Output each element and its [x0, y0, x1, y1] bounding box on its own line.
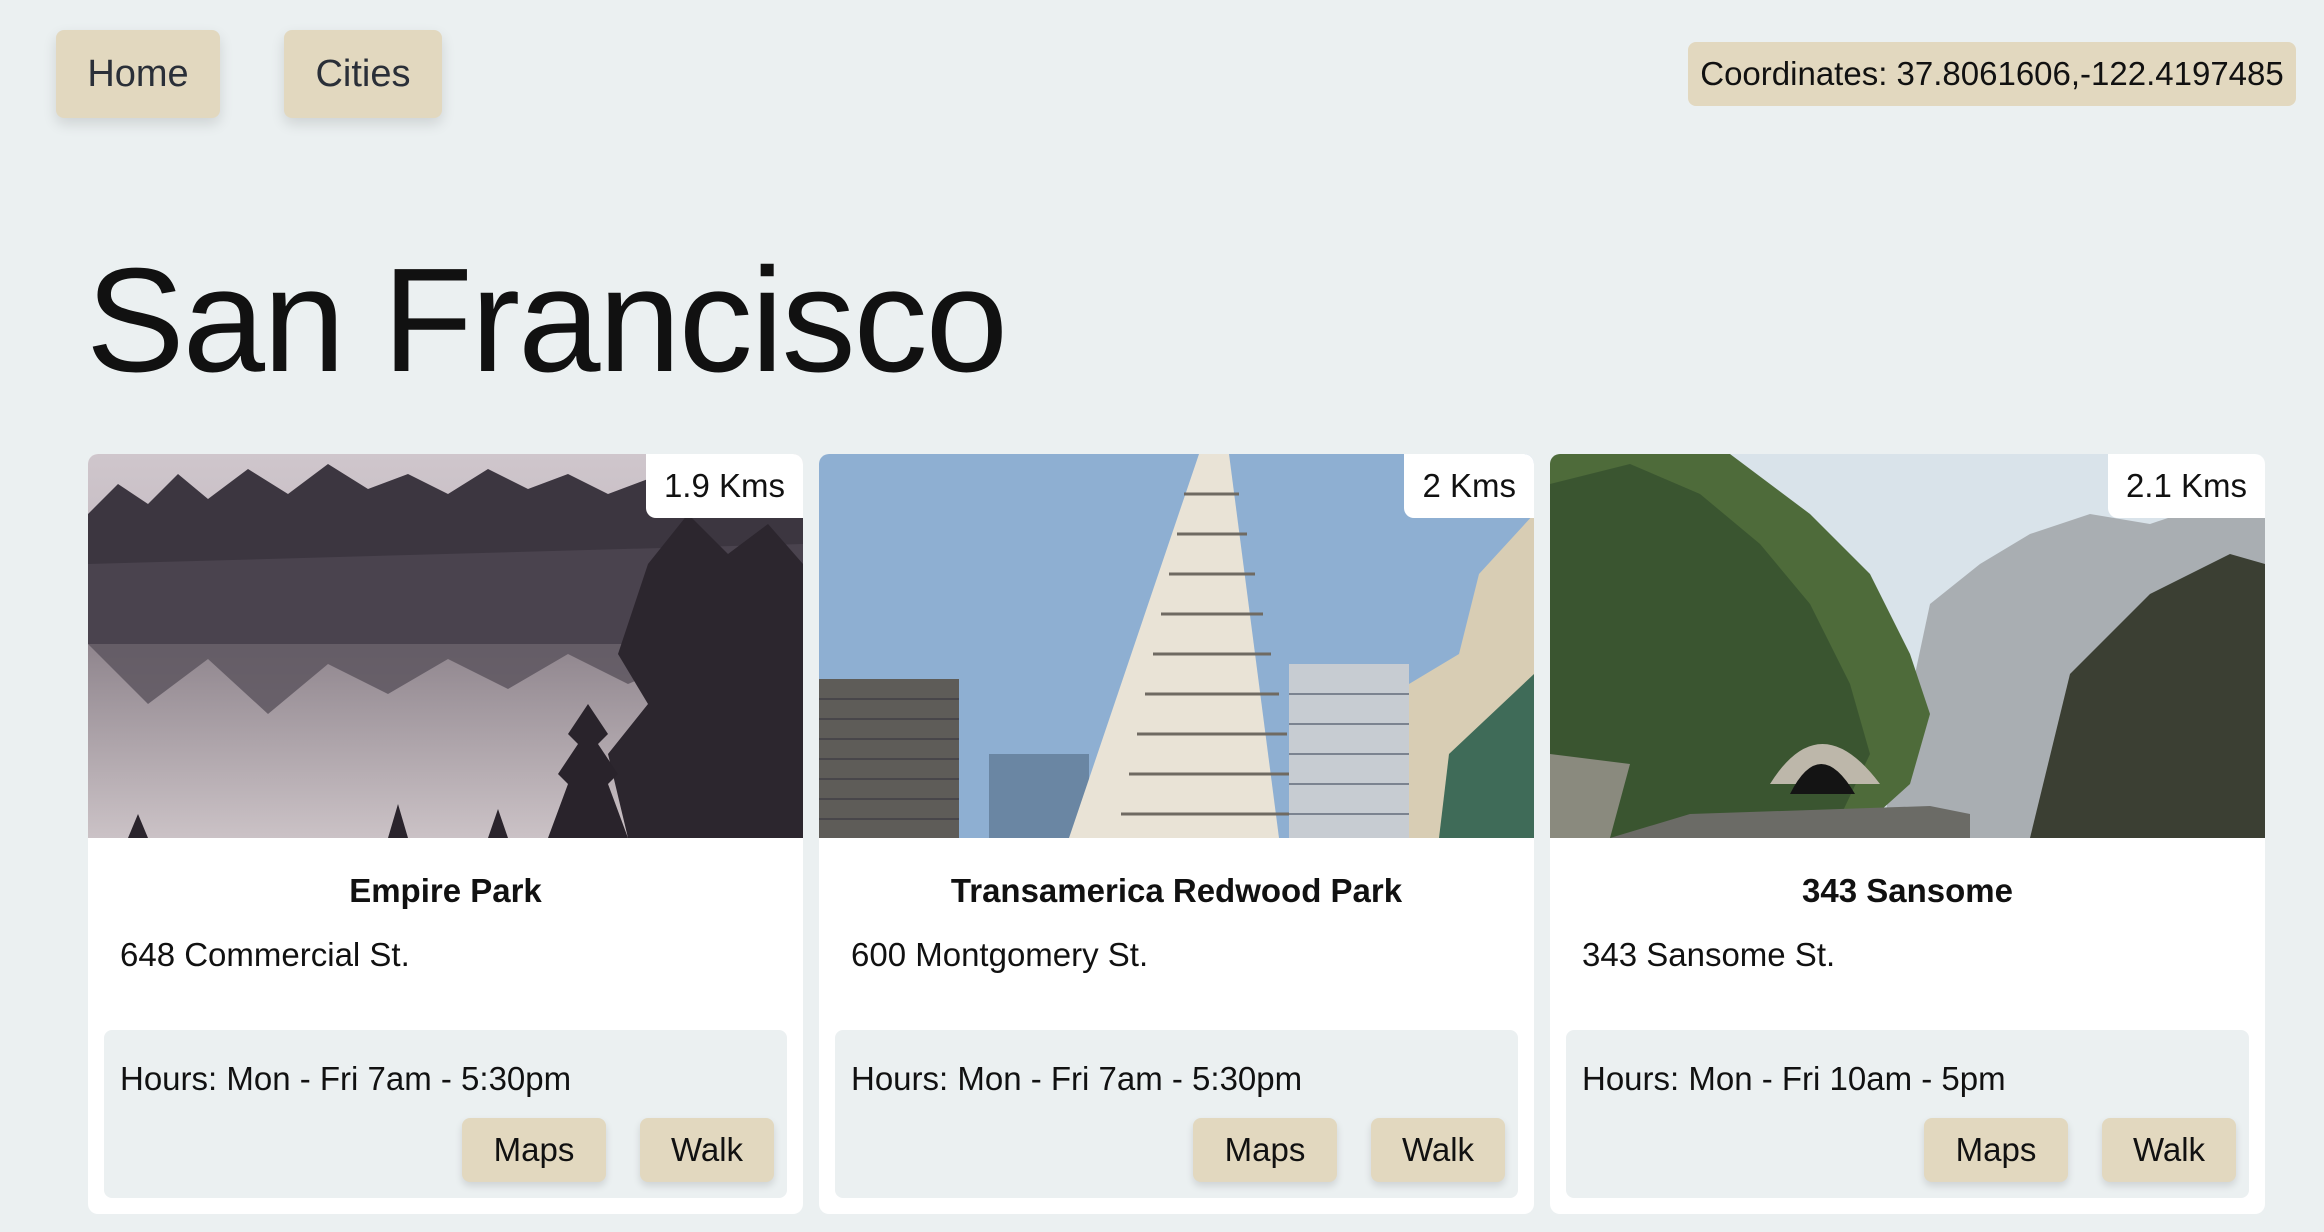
place-name: 343 Sansome [1802, 872, 2013, 909]
walk-button[interactable]: Walk [1371, 1118, 1505, 1182]
place-hours: Hours: Mon - Fri 10am - 5pm [1582, 1060, 2006, 1097]
maps-button[interactable]: Maps [1193, 1118, 1337, 1182]
cities-nav-button[interactable]: Cities [284, 30, 442, 118]
place-address: 343 Sansome St. [1582, 936, 1836, 973]
place-footer: Hours: Mon - Fri 7am - 5:30pm Maps Walk [835, 1030, 1518, 1198]
place-hours: Hours: Mon - Fri 7am - 5:30pm [120, 1060, 572, 1097]
maps-button[interactable]: Maps [1924, 1118, 2068, 1182]
place-hours: Hours: Mon - Fri 7am - 5:30pm [851, 1060, 1303, 1097]
distance-badge: 2 Kms [1404, 454, 1534, 518]
page-title: San Francisco [86, 238, 1008, 403]
place-name: Transamerica Redwood Park [950, 872, 1403, 909]
place-footer: Hours: Mon - Fri 7am - 5:30pm Maps Walk [104, 1030, 787, 1198]
walk-button[interactable]: Walk [640, 1118, 774, 1182]
place-card-343-sansome: 2.1 Kms 343 Sansome 343 Sansome St. Hour… [1550, 454, 2265, 1214]
coordinates-badge: Coordinates: 37.8061606,-122.4197485 [1688, 42, 2296, 106]
home-nav-button[interactable]: Home [56, 30, 220, 118]
distance-badge: 2.1 Kms [2107, 454, 2265, 518]
place-footer: Hours: Mon - Fri 10am - 5pm Maps Walk [1566, 1030, 2249, 1198]
place-card-empire-park: 1.9 Kms Empire Park 648 Commercial St. H… [88, 454, 803, 1214]
place-address: 600 Montgomery St. [851, 936, 1149, 973]
maps-button[interactable]: Maps [462, 1118, 606, 1182]
distance-badge: 1.9 Kms [645, 454, 803, 518]
place-card-transamerica-redwood-park: 2 Kms Transamerica Redwood Park 600 Mont… [819, 454, 1534, 1214]
walk-button[interactable]: Walk [2102, 1118, 2236, 1182]
place-name: Empire Park [349, 872, 542, 909]
place-address: 648 Commercial St. [120, 936, 410, 973]
